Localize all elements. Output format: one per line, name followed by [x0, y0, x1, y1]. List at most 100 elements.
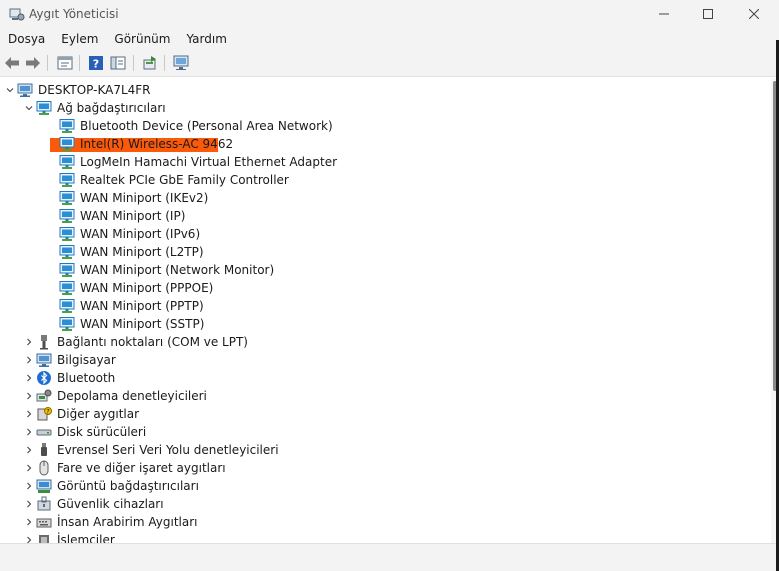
- expand-toggle[interactable]: [23, 333, 35, 351]
- expand-toggle[interactable]: [23, 531, 35, 543]
- chevron-right-icon: [27, 374, 32, 382]
- network-adapter-icon: [59, 191, 75, 205]
- category-item[interactable]: ? Diğer aygıtlar: [0, 405, 771, 423]
- chevron-right-icon: [27, 518, 32, 526]
- expand-toggle[interactable]: [23, 441, 35, 459]
- category-network-adapters-label: Ağ bağdaştırıcıları: [57, 101, 166, 115]
- device-item[interactable]: LogMeIn Hamachi Virtual Ethernet Adapter: [0, 153, 771, 171]
- menu-file[interactable]: Dosya: [0, 29, 53, 49]
- category-item[interactable]: Disk sürücüleri: [0, 423, 771, 441]
- device-item-label: WAN Miniport (Network Monitor): [80, 263, 275, 277]
- device-item-label: WAN Miniport (SSTP): [80, 317, 205, 331]
- minimize-button[interactable]: [641, 0, 687, 28]
- console-tree-icon: [110, 56, 126, 70]
- device-item[interactable]: Bluetooth Device (Personal Area Network): [0, 117, 771, 135]
- category-item-label: Evrensel Seri Veri Yolu denetleyicileri: [57, 443, 279, 457]
- menu-action[interactable]: Eylem: [53, 29, 106, 49]
- category-item-label: İşlemciler: [57, 533, 115, 543]
- device-tree: DESKTOP-KA7L4FR Ağ bağdaştırıcıları Blueto…: [0, 80, 771, 543]
- back-button[interactable]: [3, 54, 21, 72]
- help-icon: ?: [89, 56, 103, 71]
- category-item[interactable]: Görüntü bağdaştırıcıları: [0, 477, 771, 495]
- device-item[interactable]: WAN Miniport (SSTP): [0, 315, 771, 333]
- device-item-label: WAN Miniport (PPTP): [80, 299, 204, 313]
- category-item-label: İnsan Arabirim Aygıtları: [57, 515, 198, 529]
- device-item[interactable]: WAN Miniport (IP): [0, 207, 771, 225]
- toolbar: ?: [0, 50, 779, 77]
- disk-drive-icon: [36, 429, 52, 436]
- device-item[interactable]: WAN Miniport (Network Monitor): [0, 261, 771, 279]
- device-item[interactable]: WAN Miniport (PPPOE): [0, 279, 771, 297]
- network-adapter-icon: [59, 155, 75, 169]
- expand-toggle[interactable]: [23, 423, 35, 441]
- console-tree-button[interactable]: [109, 54, 127, 72]
- device-item[interactable]: WAN Miniport (IPv6): [0, 225, 771, 243]
- expand-toggle[interactable]: [23, 369, 35, 387]
- status-bar: [0, 543, 779, 571]
- chevron-right-icon: [27, 356, 32, 364]
- expand-toggle[interactable]: [23, 405, 35, 423]
- category-item[interactable]: İnsan Arabirim Aygıtları: [0, 513, 771, 531]
- device-item[interactable]: WAN Miniport (IKEv2): [0, 189, 771, 207]
- help-button[interactable]: ?: [87, 54, 105, 72]
- device-item-label: WAN Miniport (IP): [80, 209, 186, 223]
- chevron-down-icon: [25, 106, 33, 111]
- chevron-right-icon: [27, 464, 32, 472]
- device-item-label: Bluetooth Device (Personal Area Network): [80, 119, 333, 133]
- device-item-label: Realtek PCIe GbE Family Controller: [80, 173, 289, 187]
- category-item-label: Diğer aygıtlar: [57, 407, 140, 421]
- toolbar-separator: [79, 55, 80, 71]
- port-icon: [40, 335, 48, 350]
- expand-toggle[interactable]: [23, 387, 35, 405]
- device-item[interactable]: WAN Miniport (PPTP): [0, 297, 771, 315]
- device-item-label: Intel(R) Wireless-AC 9462: [80, 137, 234, 151]
- hid-icon: [36, 518, 52, 528]
- menu-bar: Dosya Eylem Görünüm Yardım: [0, 28, 779, 50]
- expand-toggle[interactable]: [23, 513, 35, 531]
- toolbar-separator: [133, 55, 134, 71]
- minimize-icon: [659, 13, 669, 15]
- device-item[interactable]: WAN Miniport (L2TP): [0, 243, 771, 261]
- expand-toggle[interactable]: [23, 495, 35, 513]
- category-item[interactable]: Bilgisayar: [0, 351, 771, 369]
- computer-icon: [17, 83, 33, 97]
- tree-root[interactable]: DESKTOP-KA7L4FR: [0, 81, 771, 99]
- close-button[interactable]: [731, 0, 777, 28]
- device-item-label: LogMeIn Hamachi Virtual Ethernet Adapter: [80, 155, 338, 169]
- category-item[interactable]: Güvenlik cihazları: [0, 495, 771, 513]
- bluetooth-icon: [37, 371, 51, 385]
- category-item[interactable]: Fare ve diğer işaret aygıtları: [0, 459, 771, 477]
- collapse-toggle[interactable]: [4, 81, 16, 99]
- network-adapter-icon: [59, 119, 75, 133]
- forward-button[interactable]: [24, 54, 42, 72]
- category-item[interactable]: Depolama denetleyicileri: [0, 387, 771, 405]
- maximize-button[interactable]: [685, 0, 731, 28]
- network-adapter-icon: [59, 227, 75, 241]
- device-item[interactable]: Realtek PCIe GbE Family Controller: [0, 171, 771, 189]
- device-manager-icon: [9, 8, 25, 21]
- device-item[interactable]: Intel(R) Wireless-AC 9462: [0, 135, 771, 153]
- tree-root-label: DESKTOP-KA7L4FR: [38, 83, 151, 97]
- category-item[interactable]: İşlemciler: [0, 531, 771, 543]
- chevron-right-icon: [27, 410, 32, 418]
- scan-hardware-button[interactable]: [172, 54, 190, 72]
- expand-toggle[interactable]: [23, 459, 35, 477]
- category-network-adapters[interactable]: Ağ bağdaştırıcıları: [0, 99, 771, 117]
- category-item-label: Bağlantı noktaları (COM ve LPT): [57, 335, 248, 349]
- collapse-toggle[interactable]: [23, 99, 35, 117]
- properties-icon: [57, 56, 73, 70]
- display-adapter-icon: [36, 479, 52, 493]
- toolbar-separator: [164, 55, 165, 71]
- update-driver-button[interactable]: [141, 54, 159, 72]
- properties-button[interactable]: [56, 54, 74, 72]
- expand-toggle[interactable]: [23, 477, 35, 495]
- expand-toggle[interactable]: [23, 351, 35, 369]
- device-item-label: WAN Miniport (IKEv2): [80, 191, 209, 205]
- category-item[interactable]: Bağlantı noktaları (COM ve LPT): [0, 333, 771, 351]
- forward-icon: [26, 57, 40, 69]
- category-item[interactable]: Evrensel Seri Veri Yolu denetleyicileri: [0, 441, 771, 459]
- update-driver-icon: [143, 56, 156, 70]
- menu-view[interactable]: Görünüm: [106, 29, 178, 49]
- category-item[interactable]: Bluetooth: [0, 369, 771, 387]
- menu-help[interactable]: Yardım: [178, 29, 234, 49]
